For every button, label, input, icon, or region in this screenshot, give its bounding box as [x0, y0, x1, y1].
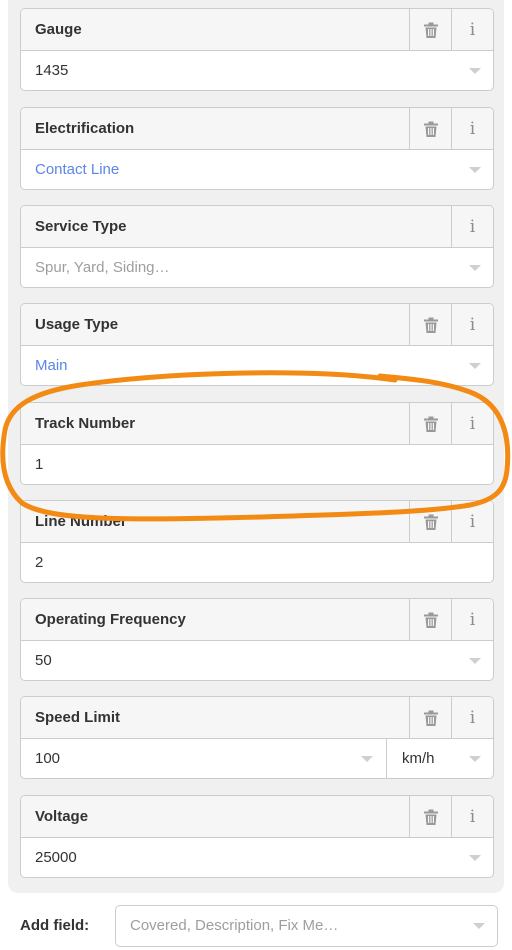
chevron-down-icon: [469, 855, 481, 861]
trash-icon: [423, 121, 438, 137]
field-label: Usage Type: [35, 316, 119, 333]
trash-icon: [423, 416, 438, 432]
trash-icon: [423, 710, 438, 726]
field-value: 50: [35, 652, 52, 669]
delete-button[interactable]: [409, 501, 451, 542]
info-icon: i: [469, 216, 476, 237]
trash-icon: [423, 809, 438, 825]
field-label: Gauge: [35, 21, 82, 38]
info-button[interactable]: i: [451, 697, 493, 738]
line-number-input[interactable]: 2: [21, 543, 493, 582]
info-icon: i: [469, 609, 476, 630]
field-gauge: Gauge i 1435: [20, 8, 494, 91]
delete-button[interactable]: [409, 796, 451, 837]
field-speed-limit: Speed Limit i 100 km/h: [20, 696, 494, 779]
delete-button[interactable]: [409, 304, 451, 345]
field-electrification: Electrification i Contact Line: [20, 107, 494, 190]
chevron-down-icon: [469, 363, 481, 369]
field-service-type: Service Type i Spur, Yard, Siding…: [20, 205, 494, 288]
delete-button[interactable]: [409, 697, 451, 738]
field-value: 100: [35, 750, 61, 767]
field-value: 2: [35, 554, 44, 571]
delete-button[interactable]: [409, 403, 451, 444]
field-value: 1435: [35, 62, 69, 79]
info-icon: i: [469, 511, 476, 532]
info-icon: i: [469, 118, 476, 139]
delete-button[interactable]: [409, 9, 451, 50]
track-number-input[interactable]: 1: [21, 445, 493, 484]
service-type-combo[interactable]: Spur, Yard, Siding…: [21, 248, 493, 287]
electrification-combo[interactable]: Contact Line: [21, 150, 493, 189]
field-label: Operating Frequency: [35, 611, 186, 628]
info-button[interactable]: i: [451, 304, 493, 345]
operating-frequency-combo[interactable]: 50: [21, 641, 493, 680]
field-track-number: Track Number i 1: [20, 402, 494, 485]
info-button[interactable]: i: [451, 206, 493, 247]
add-field-label: Add field:: [20, 917, 90, 934]
unit-divider: [386, 739, 387, 778]
chevron-down-icon: [469, 68, 481, 74]
info-button[interactable]: i: [451, 599, 493, 640]
info-icon: i: [469, 806, 476, 827]
voltage-combo[interactable]: 25000: [21, 838, 493, 877]
info-button[interactable]: i: [451, 796, 493, 837]
usage-type-combo[interactable]: Main: [21, 346, 493, 385]
field-value: Main: [35, 357, 68, 374]
chevron-down-icon: [469, 265, 481, 271]
trash-icon: [423, 612, 438, 628]
field-value: 25000: [35, 849, 77, 866]
trash-icon: [423, 317, 438, 333]
field-voltage: Voltage i 25000: [20, 795, 494, 878]
chevron-down-icon: [469, 756, 481, 762]
speed-limit-combo[interactable]: 100 km/h: [21, 739, 493, 778]
field-label: Speed Limit: [35, 709, 121, 726]
field-label: Service Type: [35, 218, 127, 235]
unit-select[interactable]: km/h: [402, 739, 435, 778]
delete-button[interactable]: [409, 108, 451, 149]
trash-icon: [423, 514, 438, 530]
chevron-down-icon: [469, 167, 481, 173]
add-field-combo[interactable]: Covered, Description, Fix Me…: [115, 905, 498, 947]
field-operating-frequency: Operating Frequency i 50: [20, 598, 494, 681]
chevron-down-icon: [469, 658, 481, 664]
field-label: Line Number: [35, 513, 127, 530]
field-value: Contact Line: [35, 161, 120, 178]
info-icon: i: [469, 314, 476, 335]
trash-icon: [423, 22, 438, 38]
gauge-input[interactable]: 1435: [21, 51, 493, 90]
chevron-down-icon: [361, 756, 373, 762]
add-field-placeholder: Covered, Description, Fix Me…: [130, 917, 339, 934]
field-label: Voltage: [35, 808, 89, 825]
info-button[interactable]: i: [451, 9, 493, 50]
info-icon: i: [469, 707, 476, 728]
field-line-number: Line Number i 2: [20, 500, 494, 583]
field-label: Track Number: [35, 415, 136, 432]
add-field-row: Add field: Covered, Description, Fix Me…: [20, 905, 498, 947]
field-usage-type: Usage Type i Main: [20, 303, 494, 386]
info-button[interactable]: i: [451, 403, 493, 444]
info-icon: i: [469, 413, 476, 434]
chevron-down-icon: [473, 923, 485, 929]
delete-button[interactable]: [409, 599, 451, 640]
field-label: Electrification: [35, 120, 135, 137]
field-placeholder: Spur, Yard, Siding…: [35, 259, 170, 276]
info-icon: i: [469, 19, 476, 40]
info-button[interactable]: i: [451, 108, 493, 149]
field-value: 1: [35, 456, 44, 473]
info-button[interactable]: i: [451, 501, 493, 542]
